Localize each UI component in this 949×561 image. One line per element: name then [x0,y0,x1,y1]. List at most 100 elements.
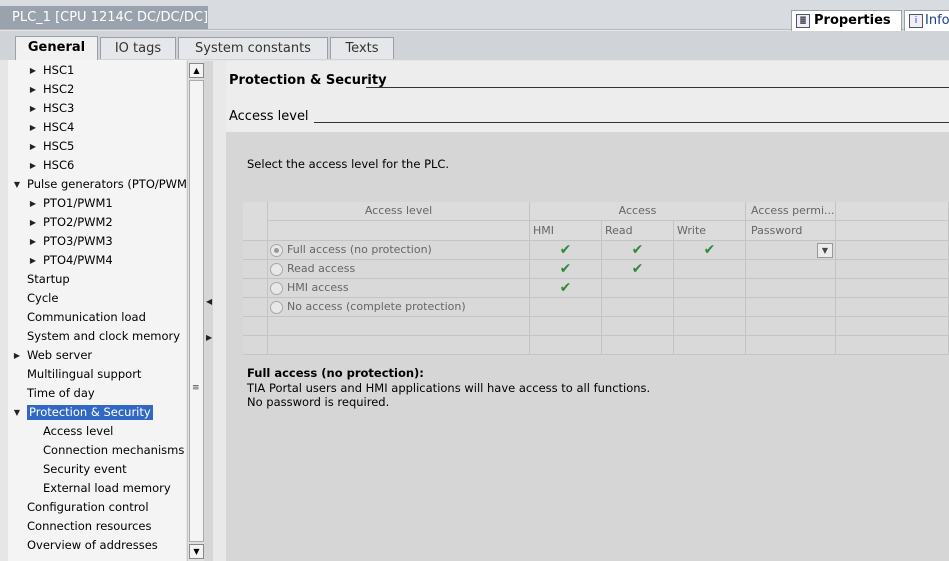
triangle-right-icon[interactable]: ▶ [28,137,38,156]
nav-item[interactable]: Communication load [8,308,186,327]
access-level-option[interactable]: No access (complete protection) [268,298,530,317]
triangle-right-icon[interactable]: ▶ [12,346,22,365]
nav-item[interactable]: Connection mechanisms [8,441,186,460]
table-cell [243,260,268,279]
scroll-up-button[interactable]: ▲ [189,63,204,78]
header-access-permission: Access permi... [746,202,836,221]
triangle-right-icon[interactable]: ▶ [28,232,38,251]
table-cell [836,336,949,355]
nav-item[interactable]: ▶ Web server [8,346,186,365]
radio-button[interactable] [270,262,283,276]
nav-item[interactable]: ▶ HSC2 [8,80,186,99]
nav-item[interactable]: ▶ PTO2/PWM2 [8,213,186,232]
nav-item[interactable]: ▼ Pulse generators (PTO/PWM) [8,175,186,194]
grip-icon: ≡ [192,383,200,393]
tab-texts[interactable]: Texts [330,37,394,59]
splitter-gap [213,61,226,561]
triangle-down-icon[interactable]: ▼ [12,175,22,194]
nav-item[interactable]: ▶ PTO1/PWM1 [8,194,186,213]
nav-item[interactable]: Cycle [8,289,186,308]
access-level-info: Full access (no protection): TIA Portal … [247,366,650,410]
nav-item-label: HSC2 [43,82,75,96]
access-level-label: Read access [287,262,356,275]
nav-item[interactable]: Connection resources [8,517,186,536]
nav-item-label: HSC6 [43,158,75,172]
triangle-right-icon[interactable]: ▶ [28,156,38,175]
triangle-right-icon[interactable]: ▶ [28,61,38,80]
info-line-1: TIA Portal users and HMI applications wi… [247,380,651,395]
triangle-right-icon[interactable]: ▶ [28,213,38,232]
nav-item[interactable]: Startup [8,270,186,289]
table-cell [836,260,949,279]
navigation-tree: ▶ HSC1 ▶ HSC2 ▶ HSC3 ▶ HSC4 ▶ HSC5 ▶ HSC6 ▼ Pulse gen… [8,60,186,561]
nav-item[interactable]: ▶ HSC4 [8,118,186,137]
properties-icon: ≣ [796,14,810,28]
access-level-option[interactable]: Read access [268,260,530,279]
nav-item[interactable]: ▶ PTO3/PWM3 [8,232,186,251]
chevron-down-icon[interactable]: ▼ [817,243,833,258]
access-level-option[interactable]: Full access (no protection) [268,241,530,260]
tab-strip: General IO tags System constants Texts [0,31,949,60]
triangle-right-icon[interactable]: ▶ [28,118,38,137]
expand-right-icon[interactable]: ▶ [206,333,212,342]
nav-item[interactable]: Overview of addresses [8,536,186,555]
scroll-thumb[interactable] [189,80,204,542]
table-cell [674,298,746,317]
content-area: Protection & Security Access level Selec… [226,61,949,561]
nav-item-label: Cycle [27,291,59,305]
nav-item[interactable]: ▼ Protection & Security [8,403,186,422]
radio-button[interactable] [270,243,283,257]
tab-io-tags[interactable]: IO tags [100,37,176,59]
triangle-down-icon[interactable]: ▼ [12,403,22,422]
info-tab[interactable]: i Info [904,10,949,31]
nav-item[interactable]: Security event [8,460,186,479]
nav-item-label: Startup [27,272,70,286]
properties-tab[interactable]: ≣ Properties [791,10,902,31]
tab-general[interactable]: General [15,36,98,60]
radio-button[interactable] [270,281,283,295]
nav-item[interactable]: Access level [8,422,186,441]
table-cell [746,298,836,317]
triangle-right-icon[interactable]: ▶ [28,194,38,213]
nav-item[interactable]: External load memory [8,479,186,498]
table-cell [746,336,836,355]
nav-item-label: Pulse generators (PTO/PWM) [27,177,186,191]
nav-item-label: Connection mechanisms [43,443,185,457]
nav-item[interactable]: ▶ HSC1 [8,61,186,80]
nav-item-label: HSC3 [43,101,75,115]
header-access: Access [530,202,746,221]
access-level-description: Select the access level for the PLC. [247,157,450,171]
panel-splitter[interactable]: ◀ ▶ [204,61,213,561]
nav-item[interactable]: Configuration control [8,498,186,517]
table-cell [746,279,836,298]
table-cell [836,241,949,260]
header-read: Read [602,221,674,241]
collapse-left-icon[interactable]: ◀ [206,297,212,306]
triangle-right-icon[interactable]: ▶ [28,80,38,99]
triangle-right-icon[interactable]: ▶ [28,251,38,270]
scroll-down-button[interactable]: ▼ [189,544,204,559]
subsection-header: Access level [226,97,949,132]
nav-scrollbar[interactable]: ▲ ≡ ▼ [187,61,204,561]
header-filler-2 [836,221,949,241]
radio-button[interactable] [270,300,283,314]
access-level-option[interactable]: HMI access [268,279,530,298]
nav-item[interactable]: Multilingual support [8,365,186,384]
nav-item[interactable]: ▶ HSC3 [8,99,186,118]
properties-tab-label: Properties [814,13,891,28]
table-cell [243,317,268,336]
check-icon: ✔ [530,279,602,298]
table-cell [602,298,674,317]
table-cell [268,336,530,355]
nav-item[interactable]: ▶ HSC6 [8,156,186,175]
nav-item[interactable]: Time of day [8,384,186,403]
nav-item-label: System and clock memory [27,329,181,343]
table-corner [243,202,268,241]
header-hmi: HMI [530,221,602,241]
triangle-right-icon[interactable]: ▶ [28,99,38,118]
nav-item[interactable]: ▶ HSC5 [8,137,186,156]
tab-system-constants[interactable]: System constants [178,37,328,59]
nav-item[interactable]: ▶ PTO4/PWM4 [8,251,186,270]
nav-item-label: Security event [43,462,127,476]
nav-item[interactable]: System and clock memory [8,327,186,346]
